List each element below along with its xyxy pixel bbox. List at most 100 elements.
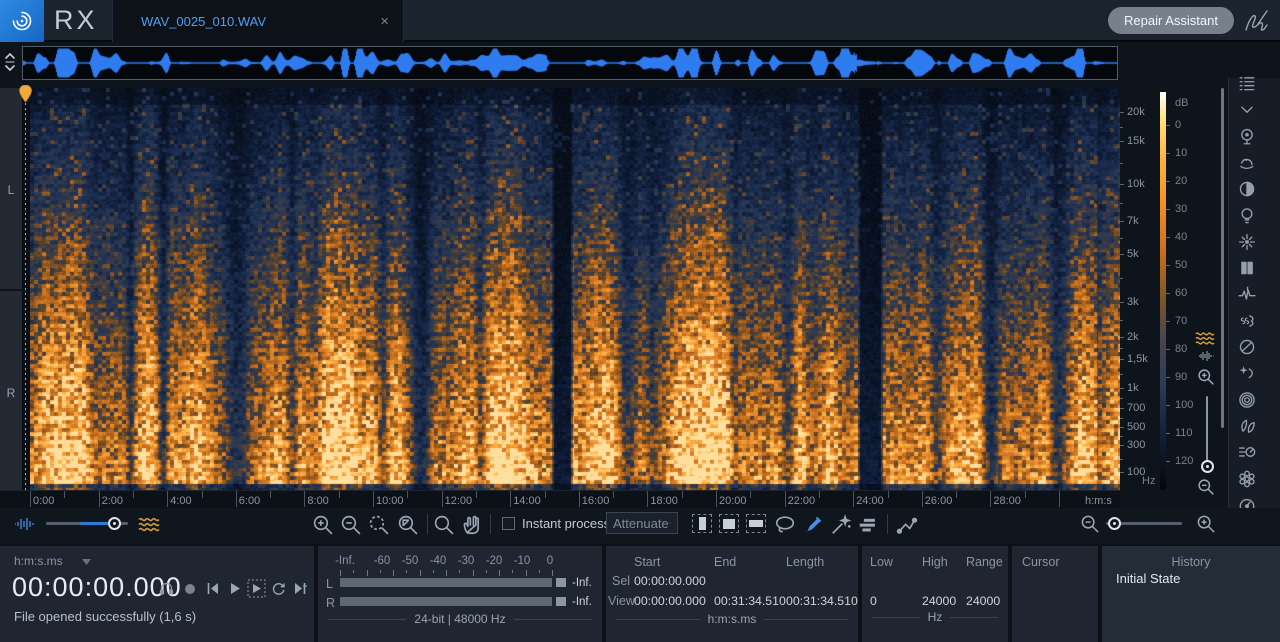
fade-bars-icon[interactable] bbox=[857, 514, 879, 536]
history-item[interactable]: Initial State bbox=[1116, 570, 1180, 588]
time-tick-label: 4:00 bbox=[170, 495, 192, 507]
vertical-zoom-slider-thumb[interactable] bbox=[1201, 460, 1214, 473]
zoom-out-time-icon[interactable] bbox=[340, 514, 362, 536]
spectrogram-canvas[interactable] bbox=[30, 88, 1120, 490]
overview-waveform-canvas[interactable] bbox=[23, 47, 1117, 79]
meter-scale-label: 0 bbox=[546, 555, 554, 567]
process-mode-dropdown[interactable]: Attenuate bbox=[606, 512, 678, 534]
spectrogram-blend-icon[interactable] bbox=[138, 515, 160, 533]
gauge-lines-icon[interactable] bbox=[1238, 443, 1256, 461]
horizontal-zoom-slider-thumb[interactable] bbox=[1108, 517, 1121, 530]
freq-low-header: Low bbox=[870, 555, 893, 569]
playhead-line bbox=[25, 88, 26, 490]
wind-face-icon[interactable] bbox=[1238, 154, 1256, 172]
loop-icon[interactable] bbox=[270, 581, 287, 597]
slashed-circle-icon[interactable] bbox=[1238, 338, 1256, 356]
overview-resize-handle[interactable] bbox=[1, 46, 19, 78]
vertical-zoom-slider[interactable] bbox=[1206, 396, 1208, 462]
zoom-in-time-icon[interactable] bbox=[312, 514, 334, 536]
pulse-wave-icon[interactable] bbox=[1238, 285, 1256, 303]
rx-app-window: RX WAV_0025_010.WAV × Repair Assistant L… bbox=[0, 0, 1280, 642]
channel-label-left: L bbox=[7, 183, 15, 197]
playhead-marker[interactable] bbox=[19, 85, 32, 102]
meter-clip-indicator-right bbox=[556, 597, 566, 606]
channel-gutter-right: R bbox=[0, 291, 22, 490]
frequency-tick-label: 20k bbox=[1127, 106, 1145, 118]
status-message: File opened successfully (1,6 s) bbox=[14, 609, 197, 624]
freq-range-value: 24000 bbox=[966, 594, 1001, 608]
file-tab[interactable]: WAV_0025_010.WAV × bbox=[112, 0, 404, 42]
draw-curve-icon[interactable] bbox=[896, 514, 918, 536]
sparkle-icon[interactable] bbox=[1238, 233, 1256, 251]
concentric-circles-icon[interactable] bbox=[1238, 391, 1256, 409]
contrast-circle-icon[interactable] bbox=[1238, 180, 1256, 198]
frequency-tick-label: 2k bbox=[1127, 331, 1139, 343]
frequency-tick-label: 1,5k bbox=[1127, 353, 1148, 365]
sel-start-value: 00:00:00.000 bbox=[634, 574, 706, 588]
meter-scale-label: -Inf. bbox=[335, 555, 355, 567]
time-tick-label: 24:00 bbox=[856, 495, 884, 507]
audio-format-info: 24-bit | 48000 Hz bbox=[328, 612, 593, 626]
lollipop-mic-icon[interactable] bbox=[1238, 128, 1256, 146]
chevron-down-icon[interactable] bbox=[1238, 101, 1256, 119]
time-tick-label: 22:00 bbox=[787, 495, 816, 507]
skip-start-icon[interactable] bbox=[205, 581, 222, 597]
time-tick-label: 20:00 bbox=[719, 495, 747, 507]
leaves-icon[interactable] bbox=[1238, 417, 1256, 435]
zoom-out-horizontal-icon[interactable] bbox=[1080, 514, 1102, 536]
selection-info-panel: Start End Length Sel 00:00:00.000 View 0… bbox=[606, 546, 858, 642]
zoom-fit-icon[interactable] bbox=[397, 514, 419, 536]
time-selection-icon[interactable] bbox=[692, 514, 712, 533]
zoom-selection-icon[interactable] bbox=[368, 514, 390, 536]
time-tick-label: 28:00 bbox=[993, 495, 1021, 507]
headphones-icon[interactable] bbox=[158, 580, 175, 596]
view-start-value: 00:00:00.000 bbox=[634, 594, 706, 608]
db-tick-label: 40 bbox=[1175, 231, 1188, 243]
magic-wand-icon[interactable] bbox=[830, 514, 852, 536]
spectrogram-left-margin bbox=[22, 88, 30, 490]
skip-end-icon[interactable] bbox=[292, 581, 309, 597]
record-icon[interactable] bbox=[183, 582, 200, 598]
de-ess-icon[interactable] bbox=[1238, 312, 1256, 330]
time-format-selector[interactable]: h:m:s.ms bbox=[14, 554, 63, 568]
db-tick-label: 20 bbox=[1175, 175, 1188, 187]
brush-icon[interactable] bbox=[802, 514, 824, 536]
flower-icon[interactable] bbox=[1238, 470, 1256, 488]
meters-panel: -Inf. -60 -50 -40 -30 -20 -10 0 L -Inf. R -Inf.… bbox=[318, 546, 602, 642]
meter-right-value: -Inf. bbox=[572, 596, 592, 608]
zoom-in-vertical-icon[interactable] bbox=[1197, 368, 1219, 390]
frequency-selection-icon[interactable] bbox=[746, 514, 766, 533]
toolbar-separator bbox=[427, 514, 428, 534]
signature-squiggle-icon[interactable] bbox=[1243, 8, 1271, 34]
db-tick-label: 80 bbox=[1175, 343, 1188, 355]
channel-label-right: R bbox=[6, 386, 16, 400]
chevron-down-icon[interactable] bbox=[82, 559, 91, 565]
dual-bars-icon[interactable] bbox=[1238, 259, 1256, 277]
module-panel-scrollbar[interactable] bbox=[1221, 88, 1224, 428]
spectrogram-view-icon[interactable] bbox=[1195, 330, 1215, 346]
sparkle-face-icon[interactable] bbox=[1238, 364, 1256, 382]
instant-process-checkbox[interactable] bbox=[502, 517, 515, 530]
history-header: History bbox=[1171, 555, 1211, 569]
lasso-icon[interactable] bbox=[774, 514, 796, 536]
time-tick-label: 12:00 bbox=[444, 495, 473, 507]
time-frequency-selection-icon[interactable] bbox=[719, 514, 739, 533]
meter-scale-label: -30 bbox=[457, 555, 475, 567]
waveform-blend-icon[interactable] bbox=[14, 517, 34, 531]
list-icon[interactable] bbox=[1238, 75, 1256, 93]
repair-assistant-button[interactable]: Repair Assistant bbox=[1108, 7, 1234, 34]
play-icon[interactable] bbox=[227, 581, 244, 597]
zoom-in-horizontal-icon[interactable] bbox=[1196, 514, 1218, 536]
frequency-tick-label: 15k bbox=[1127, 135, 1145, 147]
zoom-out-vertical-icon[interactable] bbox=[1197, 478, 1219, 500]
tab-close-icon[interactable]: × bbox=[380, 13, 389, 30]
blend-slider-thumb[interactable] bbox=[108, 517, 121, 530]
time-ruler[interactable]: 0:00 2:00 4:00 6:00 8:00 10:00 12:00 14:00 16:00… bbox=[0, 490, 1120, 508]
time-tick-label: 14:00 bbox=[513, 495, 541, 507]
play-selection-icon[interactable] bbox=[247, 579, 266, 598]
bulb-icon[interactable] bbox=[1238, 207, 1256, 225]
magnifier-icon[interactable] bbox=[433, 514, 455, 536]
waveform-view-icon[interactable] bbox=[1198, 350, 1214, 362]
hand-icon[interactable] bbox=[461, 514, 483, 536]
current-time-display: 00:00:00.000 bbox=[12, 572, 182, 602]
